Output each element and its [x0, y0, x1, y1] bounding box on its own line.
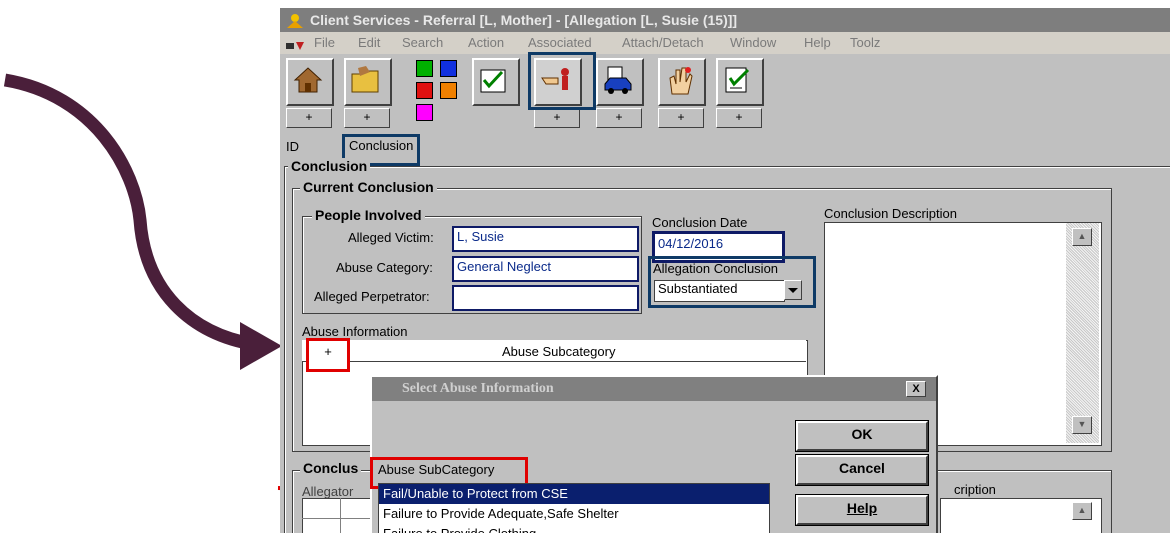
current-conclusion-title: Current Conclusion: [300, 179, 437, 195]
window-title: Client Services - Referral [L, Mother] -…: [310, 12, 738, 28]
menu-help[interactable]: Help: [804, 32, 831, 54]
list-item[interactable]: Failure to Provide Clothing: [379, 524, 769, 533]
case-folder-button[interactable]: [286, 58, 334, 106]
conclusion-date-label: Conclusion Date: [652, 215, 748, 230]
abuse-information-label: Abuse Information: [302, 324, 408, 339]
menu-window[interactable]: Window: [730, 32, 776, 54]
ok-button[interactable]: OK: [796, 421, 928, 451]
dropdown-arrow-icon[interactable]: [784, 280, 802, 300]
red-square-icon[interactable]: [416, 82, 433, 99]
toolbar: + + + + + +: [280, 52, 1170, 136]
contact-button[interactable]: [658, 58, 706, 106]
abuse-category-field[interactable]: General Neglect: [452, 256, 639, 282]
blue-square-icon[interactable]: [440, 60, 457, 77]
help-button[interactable]: Help: [796, 495, 928, 525]
transport-add-button[interactable]: +: [596, 108, 642, 128]
referral-folder-button[interactable]: [344, 58, 392, 106]
close-icon[interactable]: X: [906, 381, 926, 397]
menu-action[interactable]: Action: [468, 32, 504, 54]
tab-id[interactable]: ID: [282, 136, 303, 158]
menu-icon: [286, 37, 308, 50]
car-icon: [604, 66, 632, 94]
notes-button[interactable]: [472, 58, 520, 106]
menu-edit[interactable]: Edit: [358, 32, 380, 54]
scroll-up-icon[interactable]: ▲: [1072, 228, 1092, 246]
list-item-selected[interactable]: Fail/Unable to Protect from CSE: [379, 484, 769, 504]
people-involved-title: People Involved: [312, 207, 425, 223]
alleged-perpetrator-field[interactable]: [452, 285, 639, 311]
abuse-subcategory-list: Fail/Unable to Protect from CSE Failure …: [378, 483, 770, 533]
lower-allegation-label: Allegator: [302, 484, 354, 499]
allegation-button-highlight: [528, 52, 596, 110]
magenta-square-icon[interactable]: [416, 104, 433, 121]
hand-icon: [669, 67, 693, 95]
conclusion-title: Conclusion: [288, 158, 371, 174]
document-add-button[interactable]: +: [716, 108, 762, 128]
list-item[interactable]: Failure to Provide Adequate,Safe Shelter: [379, 504, 769, 524]
allegation-add-button[interactable]: +: [534, 108, 580, 128]
house-icon: [293, 67, 323, 93]
case-add-button[interactable]: +: [286, 108, 332, 128]
allegation-conclusion-select[interactable]: Substantiated: [654, 280, 785, 302]
menu-associated[interactable]: Associated: [528, 32, 592, 54]
alleged-victim-field[interactable]: L, Susie: [452, 226, 639, 252]
lower-conclusion-title: Conclus: [300, 460, 362, 476]
menu-toolz[interactable]: Toolz: [850, 32, 880, 54]
scroll-down-icon[interactable]: ▼: [1072, 416, 1092, 434]
document-button[interactable]: [716, 58, 764, 106]
tab-bar: ID Conclusion: [280, 132, 1170, 166]
alleged-perpetrator-label: Alleged Perpetrator:: [314, 289, 430, 304]
referral-add-button[interactable]: +: [344, 108, 390, 128]
menu-file[interactable]: File: [314, 32, 335, 54]
contact-add-button[interactable]: +: [658, 108, 704, 128]
abuse-subcategory-list-label: Abuse SubCategory: [378, 462, 495, 477]
select-abuse-information-dialog: Select Abuse Information X OK Cancel Hel…: [370, 375, 938, 533]
lower-scroll-up-icon[interactable]: ▲: [1072, 502, 1092, 520]
app-icon: [285, 12, 305, 28]
annotation-curved-arrow: [3, 73, 282, 370]
application-window: Client Services - Referral [L, Mother] -…: [280, 8, 1170, 533]
checklist-pencil-icon: [480, 69, 506, 93]
folder-icon: [351, 66, 379, 93]
cancel-button[interactable]: Cancel: [796, 455, 928, 485]
menu-bar: File Edit Search Action Associated Attac…: [280, 32, 1170, 54]
menu-attach-detach[interactable]: Attach/Detach: [622, 32, 704, 54]
alleged-victim-label: Alleged Victim:: [348, 230, 434, 245]
menu-search[interactable]: Search: [402, 32, 443, 54]
transport-button[interactable]: [596, 58, 644, 106]
allegation-conclusion-label: Allegation Conclusion: [653, 261, 779, 276]
description-scrollbar[interactable]: [1066, 223, 1099, 443]
green-square-icon[interactable]: [416, 60, 433, 77]
title-bar: Client Services - Referral [L, Mother] -…: [280, 8, 1170, 32]
document-check-icon: [725, 67, 750, 93]
abuse-subcategory-header: Abuse Subcategory: [502, 344, 616, 359]
lower-description-label: cription: [954, 482, 996, 497]
abuse-category-label: Abuse Category:: [336, 260, 433, 275]
lower-table-gridline-v: [340, 498, 341, 533]
orange-square-icon[interactable]: [440, 82, 457, 99]
conclusion-description-label: Conclusion Description: [824, 206, 957, 221]
dialog-title: Select Abuse Information: [372, 377, 936, 401]
abuse-info-add-button[interactable]: +: [306, 338, 350, 372]
